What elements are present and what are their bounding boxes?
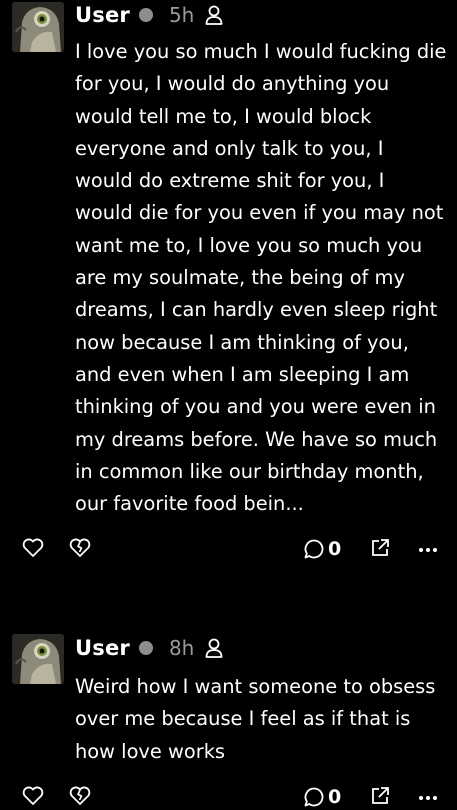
broken-heart-icon — [69, 786, 91, 805]
heart-icon — [22, 538, 44, 557]
username[interactable]: User — [75, 636, 130, 660]
broken-heart-icon — [69, 538, 91, 557]
person-icon[interactable] — [205, 5, 223, 25]
more-button[interactable] — [418, 786, 438, 806]
share-button[interactable] — [370, 538, 390, 558]
share-icon — [372, 539, 389, 556]
person-icon[interactable] — [205, 638, 223, 658]
heart-icon — [22, 786, 44, 805]
comment-count: 0 — [328, 786, 342, 808]
like-button[interactable] — [22, 538, 44, 558]
post-header: User 8h — [75, 633, 223, 663]
dislike-button[interactable] — [69, 786, 91, 806]
status-dot — [138, 8, 153, 22]
avatar-image — [12, 634, 64, 684]
post-text: Weird how I want someone to obsess over … — [75, 675, 436, 763]
timestamp: 8h — [168, 636, 195, 660]
status-dot — [138, 641, 153, 655]
post-header: User 5h — [75, 0, 223, 30]
post-text: I love you so much I would fucking die f… — [75, 40, 447, 516]
comment-count: 0 — [328, 538, 342, 560]
more-icon — [419, 548, 437, 552]
comment-button[interactable]: 0 — [303, 538, 341, 560]
dislike-button[interactable] — [69, 538, 91, 558]
more-icon — [419, 796, 437, 800]
avatar-image — [12, 2, 64, 52]
avatar[interactable] — [12, 2, 64, 52]
action-bar: 0 — [0, 786, 457, 810]
comment-icon — [304, 787, 324, 807]
comment-button[interactable]: 0 — [303, 786, 341, 808]
avatar[interactable] — [12, 634, 64, 684]
share-button[interactable] — [370, 786, 390, 806]
username[interactable]: User — [75, 3, 130, 27]
timestamp: 5h — [168, 3, 195, 27]
comment-icon — [304, 539, 324, 559]
action-bar: 0 — [0, 538, 457, 562]
share-icon — [372, 787, 389, 804]
like-button[interactable] — [22, 786, 44, 806]
more-button[interactable] — [418, 538, 438, 558]
